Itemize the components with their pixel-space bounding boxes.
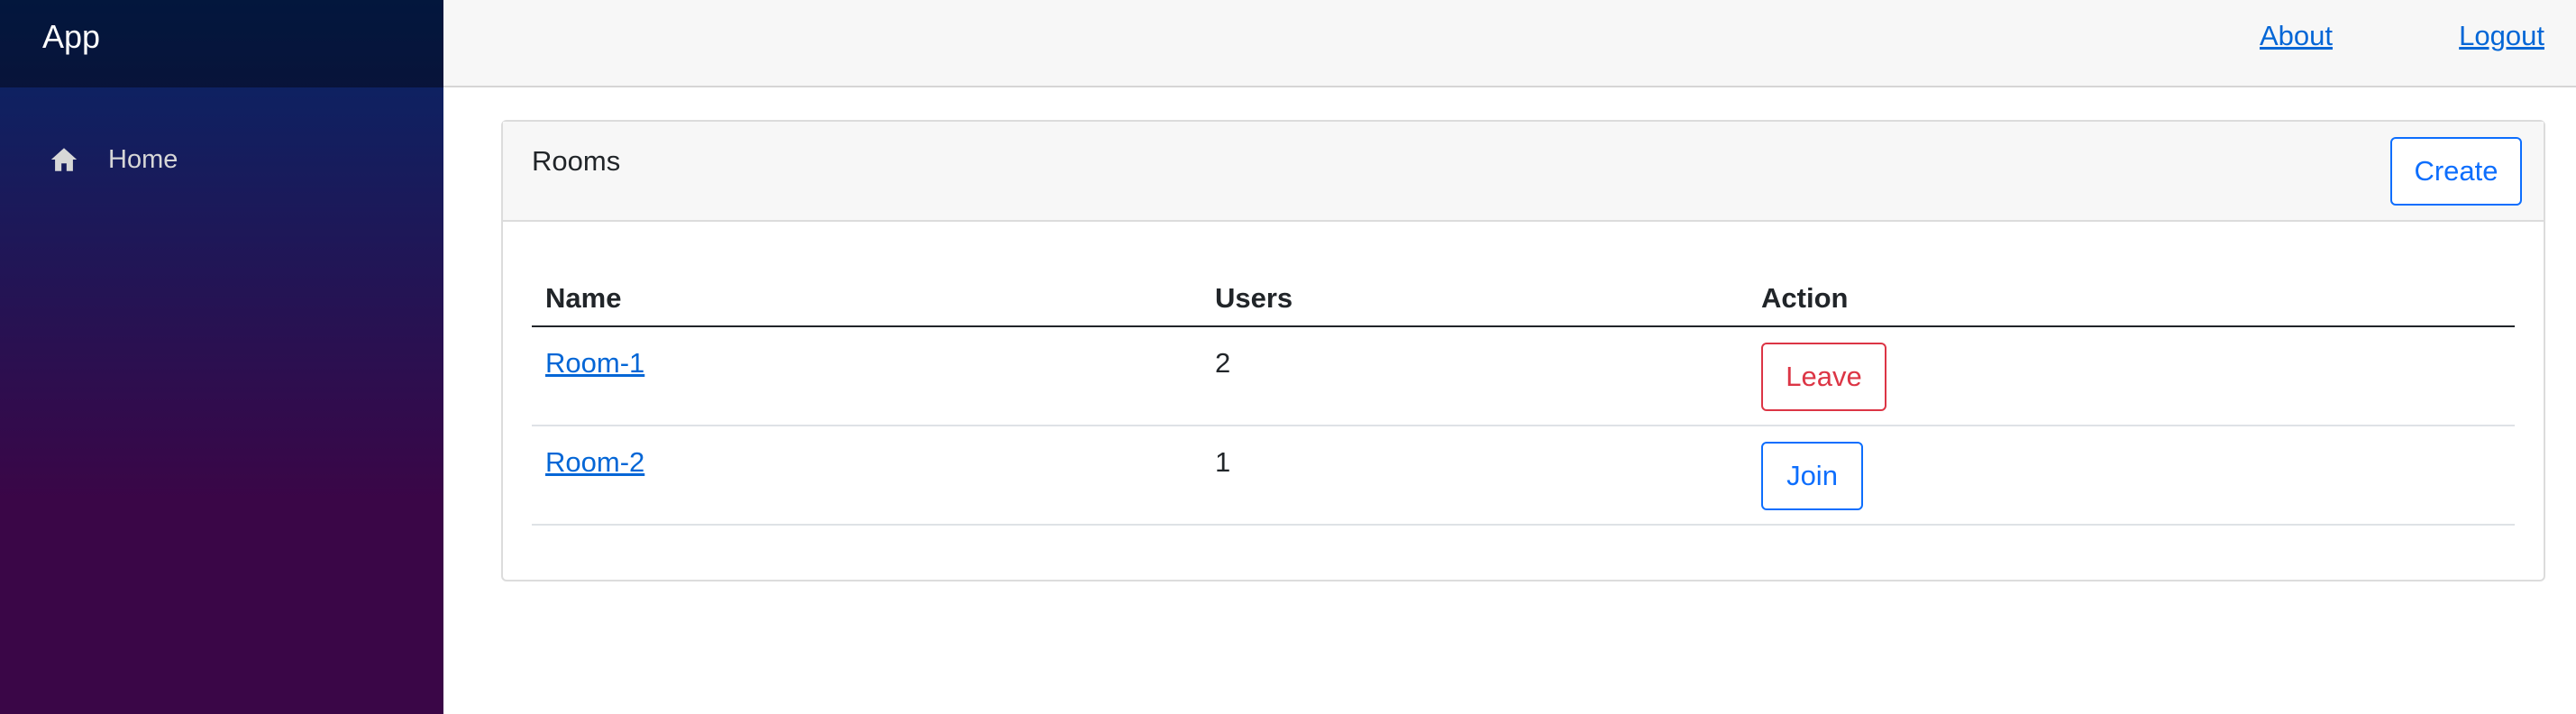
room-link[interactable]: Room-2 <box>545 446 644 479</box>
top-bar: About Logout <box>443 0 2576 87</box>
logout-link[interactable]: Logout <box>2459 20 2544 52</box>
sidebar-item-home[interactable]: Home <box>18 132 425 188</box>
app-brand[interactable]: App <box>42 20 100 53</box>
table-header: Name Users Action <box>532 262 2515 327</box>
user-count: 1 <box>1215 446 1231 478</box>
leave-button[interactable]: Leave <box>1761 343 1886 411</box>
join-button[interactable]: Join <box>1761 442 1863 510</box>
about-link[interactable]: About <box>2260 20 2333 52</box>
sidebar-item-label: Home <box>108 144 178 174</box>
card-header: Rooms Create <box>503 122 2544 222</box>
table-row: Room-1 2 Leave <box>532 327 2515 426</box>
column-header-name: Name <box>545 282 622 314</box>
rooms-table: Name Users Action Room-1 2 Leave Room-2 … <box>532 262 2515 526</box>
column-header-users: Users <box>1215 282 1293 314</box>
brand-bar: App <box>0 0 443 87</box>
column-header-action: Action <box>1761 282 1849 314</box>
user-count: 2 <box>1215 347 1231 379</box>
card-title: Rooms <box>532 145 621 177</box>
sidebar: App Home <box>0 0 443 714</box>
home-icon <box>50 148 78 171</box>
rooms-card: Rooms Create Name Users Action Room-1 2 … <box>501 120 2545 581</box>
create-button[interactable]: Create <box>2390 137 2522 206</box>
table-row: Room-2 1 Join <box>532 426 2515 526</box>
room-link[interactable]: Room-1 <box>545 347 644 380</box>
